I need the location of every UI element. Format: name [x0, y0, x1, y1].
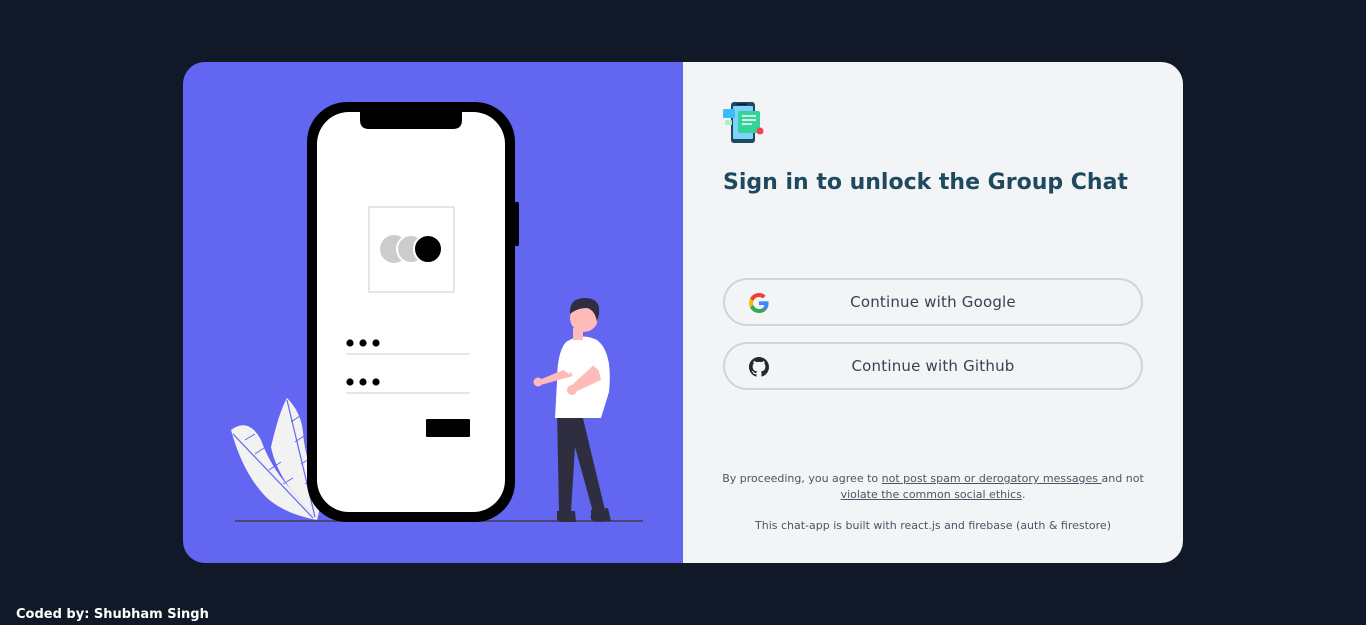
login-card: Sign in to unlock the Group Chat Continu…: [183, 62, 1183, 563]
terms-notice: By proceeding, you agree to not post spa…: [713, 471, 1153, 503]
author-credit: Coded by: Shubham Singh: [16, 607, 209, 622]
terms-middle: and not: [1101, 472, 1144, 485]
illustration-panel: [183, 62, 683, 563]
continue-with-github-button[interactable]: Continue with Github: [723, 342, 1143, 390]
github-icon: [749, 357, 769, 377]
no-spam-policy-link[interactable]: not post spam or derogatory messages: [882, 472, 1102, 485]
terms-suffix: .: [1021, 488, 1026, 501]
terms-prefix: By proceeding, you agree to: [722, 472, 882, 485]
chat-app-logo-icon: [723, 102, 764, 143]
google-button-label: Continue with Google: [850, 293, 1016, 311]
github-button-label: Continue with Github: [851, 357, 1015, 375]
page-title: Sign in to unlock the Group Chat: [723, 170, 1128, 195]
sign-in-panel: Sign in to unlock the Group Chat Continu…: [683, 62, 1183, 563]
tech-stack-note: This chat-app is built with react.js and…: [755, 519, 1111, 532]
social-ethics-link[interactable]: violate the common social ethics: [841, 488, 1022, 501]
google-icon: [749, 293, 769, 313]
phone-login-illustration: [231, 102, 643, 522]
continue-with-google-button[interactable]: Continue with Google: [723, 278, 1143, 326]
